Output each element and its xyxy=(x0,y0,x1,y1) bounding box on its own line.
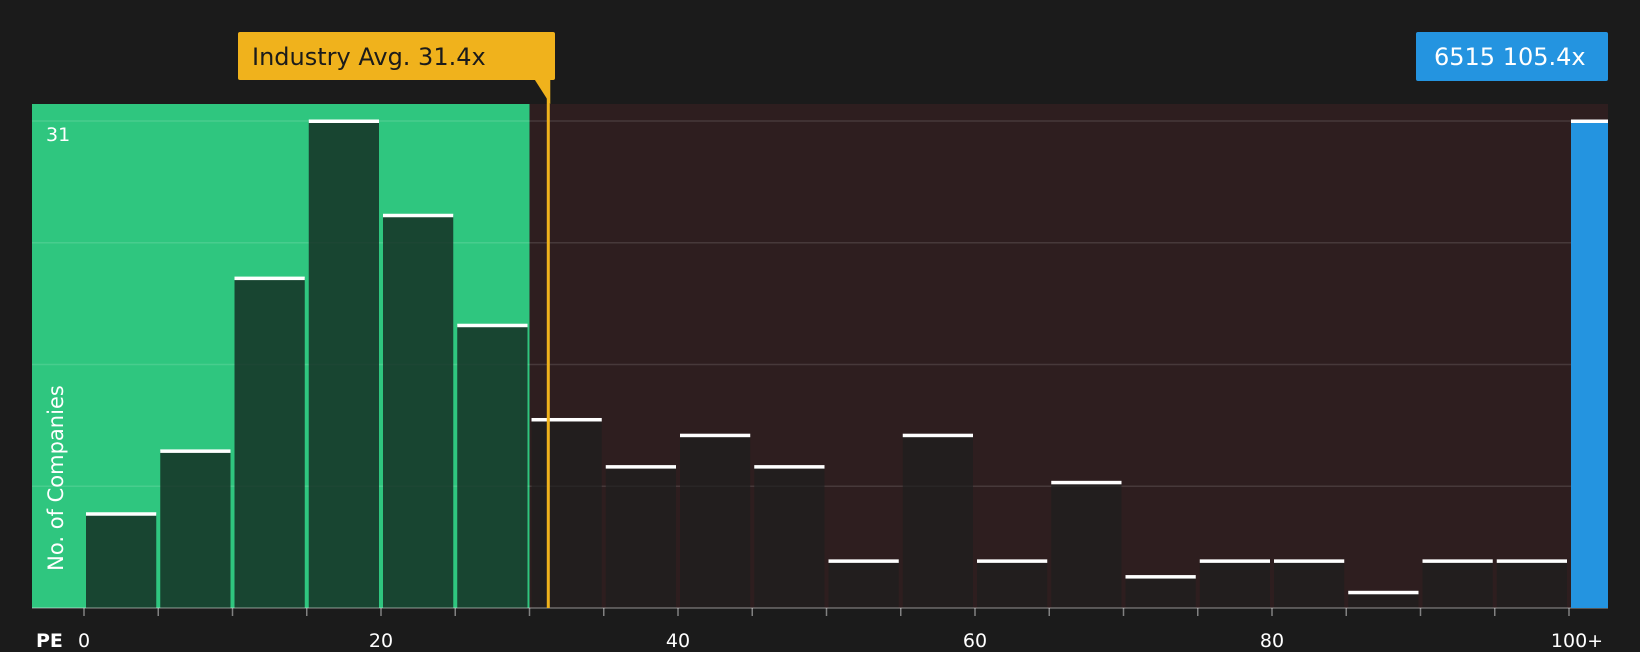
histogram-bar-cap xyxy=(754,465,825,469)
x-tick-label: 80 xyxy=(1259,630,1285,652)
histogram-bar-cap xyxy=(86,512,157,516)
histogram-bar-cap xyxy=(308,119,379,123)
histogram-bar-cap xyxy=(1348,590,1419,595)
histogram-bar xyxy=(308,121,379,608)
histogram-bar-cap xyxy=(605,465,676,469)
industry-average-badge: Industry Avg. 31.4x xyxy=(238,32,555,80)
histogram-bar-cap xyxy=(457,323,528,328)
histogram-bar xyxy=(86,513,157,608)
company-pe-value: 105.4x xyxy=(1502,43,1586,71)
histogram-bar-cap xyxy=(234,276,305,281)
y-max-label: 31 xyxy=(46,124,71,146)
histogram-bar-cap xyxy=(383,213,454,218)
histogram-bar xyxy=(605,466,676,608)
histogram-bar xyxy=(1274,560,1345,608)
histogram-bar-cap xyxy=(1274,559,1345,563)
x-tick-label: 0 xyxy=(77,630,91,652)
histogram-bar xyxy=(902,435,973,608)
histogram-bar xyxy=(1051,482,1122,608)
histogram-bar-cap xyxy=(902,433,973,438)
histogram-bar-cap xyxy=(1422,559,1493,563)
histogram-bar-cap xyxy=(680,433,751,438)
histogram-bar-cap xyxy=(531,417,602,422)
histogram-bar xyxy=(1199,560,1270,608)
x-tick-label: 20 xyxy=(368,630,394,652)
histogram-bar-cap xyxy=(1125,575,1196,579)
x-tick-label: 40 xyxy=(665,630,691,652)
histogram-bar xyxy=(531,419,602,608)
histogram-bar-cap xyxy=(977,559,1048,563)
pe-distribution-chart xyxy=(32,79,1608,616)
histogram-bar-cap xyxy=(1496,559,1567,563)
x-tick-label: 100+ xyxy=(1550,630,1604,652)
industry-average-label: Industry Avg. 31.4x xyxy=(252,43,486,71)
histogram-bar xyxy=(1348,592,1419,608)
histogram-bar xyxy=(1496,560,1567,608)
x-tick-label: 60 xyxy=(962,630,988,652)
histogram-bar xyxy=(160,450,231,608)
histogram-bar-cap xyxy=(160,449,231,453)
histogram-bar xyxy=(828,560,899,608)
histogram-bar xyxy=(234,278,305,608)
histogram-bar xyxy=(977,560,1048,608)
company-bar xyxy=(1571,121,1608,608)
histogram-bar-cap xyxy=(1199,559,1270,563)
company-bar-cap xyxy=(1571,119,1608,123)
y-axis-label: No. of Companies xyxy=(44,385,68,571)
histogram-bar-cap xyxy=(1051,480,1122,485)
x-axis xyxy=(32,607,1608,616)
histogram-bar xyxy=(754,466,825,608)
histogram-bar xyxy=(1125,576,1196,608)
company-ticker: 6515 xyxy=(1434,43,1496,71)
histogram-bar-cap xyxy=(828,559,899,563)
histogram-bar xyxy=(1422,560,1493,608)
histogram-bar xyxy=(383,215,454,609)
company-pe-badge: 6515 105.4x xyxy=(1416,32,1608,81)
histogram-bar xyxy=(680,435,751,608)
histogram-bar xyxy=(457,325,528,608)
x-axis-name: PE xyxy=(36,630,63,652)
